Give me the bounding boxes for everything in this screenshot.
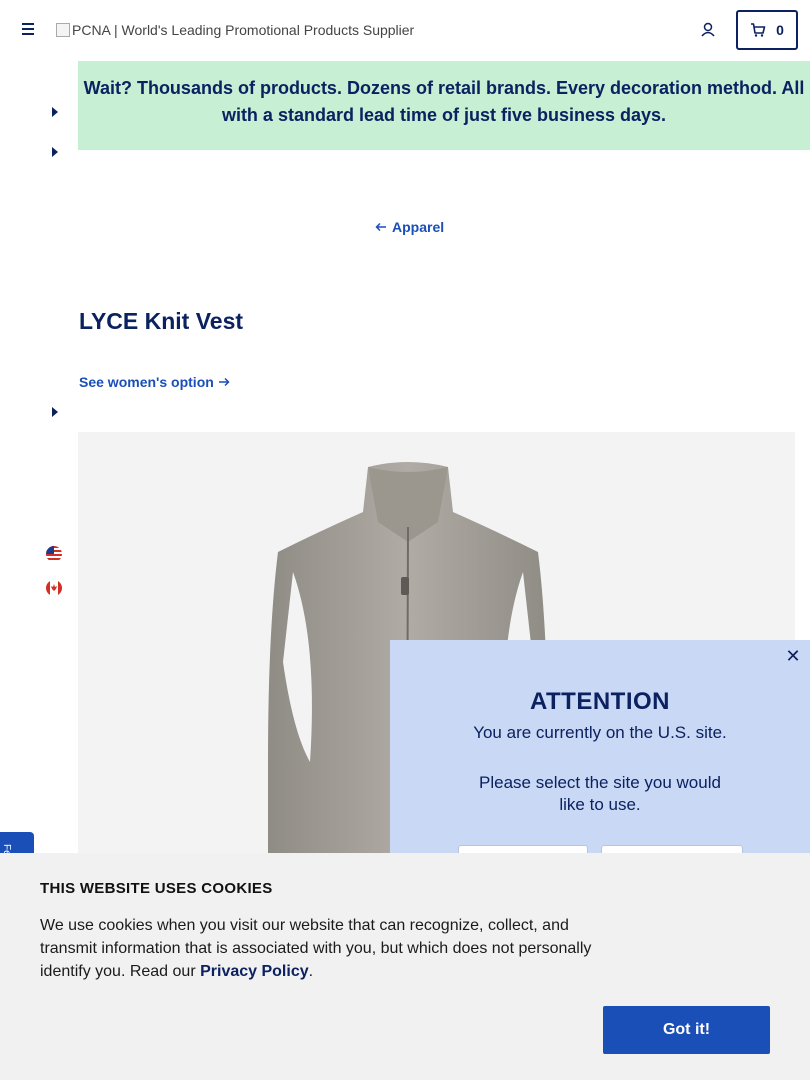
attention-message: You are currently on the U.S. site. [473, 723, 727, 742]
cookie-body-end: . [308, 963, 314, 980]
caret-right-icon[interactable] [52, 147, 58, 157]
menu-icon[interactable] [18, 20, 38, 40]
caret-right-icon[interactable] [52, 407, 58, 417]
account-icon[interactable] [698, 20, 718, 40]
cart-button[interactable]: 0 [736, 10, 798, 50]
privacy-policy-link[interactable]: Privacy Policy [200, 963, 309, 980]
arrow-left-icon [375, 222, 386, 232]
broken-image-icon [56, 23, 70, 37]
cart-count: 0 [776, 22, 784, 38]
cart-icon [751, 23, 766, 37]
back-to-category-link[interactable]: Apparel [375, 219, 444, 235]
promo-text: Wait? Thousands of products. Dozens of r… [83, 78, 805, 125]
header: PCNA | World's Leading Promotional Produ… [0, 0, 810, 61]
logo-alt-text: PCNA | World's Leading Promotional Produ… [72, 22, 415, 38]
canada-flag-icon[interactable] [46, 580, 62, 596]
close-icon[interactable]: ✕ [785, 646, 801, 666]
site-selector-modal [390, 640, 810, 853]
attention-title: ATTENTION [529, 688, 671, 715]
womens-option-label: See women's option [79, 374, 214, 390]
accept-cookies-button[interactable]: Got it! [603, 1006, 770, 1054]
womens-option-link[interactable]: See women's option [79, 374, 230, 390]
back-link-label: Apparel [392, 219, 445, 235]
arrow-right-icon [218, 377, 230, 387]
product-title: LYCE Knit Vest [79, 308, 244, 334]
cookie-title: THIS WEBSITE USES COOKIES [40, 880, 273, 897]
us-flag-icon[interactable] [46, 546, 62, 562]
cookie-body-text: We use cookies when you visit our websit… [40, 917, 592, 980]
promo-banner: Wait? Thousands of products. Dozens of r… [78, 61, 810, 150]
cookie-text: We use cookies when you visit our websit… [40, 914, 610, 983]
caret-right-icon[interactable] [52, 107, 58, 117]
logo[interactable]: PCNA | World's Leading Promotional Produ… [56, 22, 414, 38]
attention-instruction: Please select the site you would like to… [479, 773, 721, 814]
